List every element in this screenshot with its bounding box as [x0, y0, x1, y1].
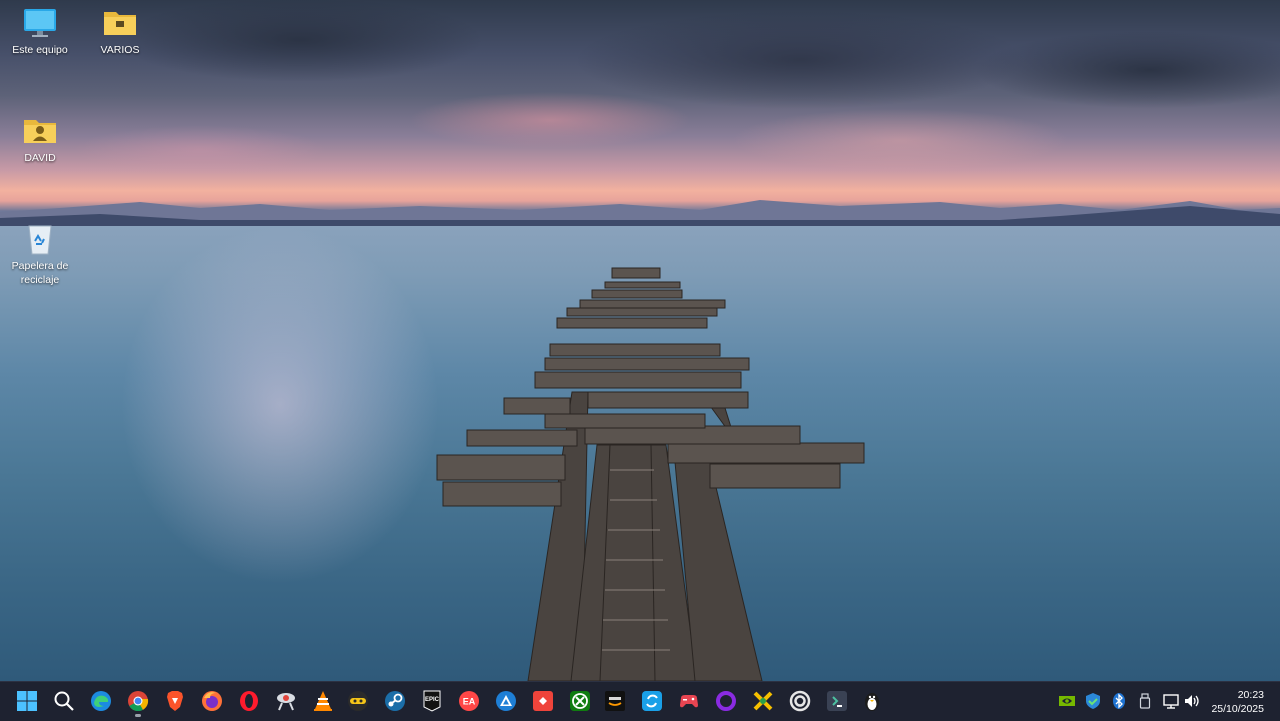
taskbar-app-chrome[interactable]: [126, 689, 150, 713]
taskbar-app-steam[interactable]: [383, 689, 407, 713]
emulator-icon: [753, 691, 773, 711]
desktop-icon-label: Papelera de reciclaje: [11, 260, 69, 286]
controller-icon: [680, 695, 698, 708]
tray-volume[interactable]: [1183, 692, 1201, 710]
xbox-icon: [570, 691, 590, 711]
firefox-icon: [202, 691, 222, 711]
chrome-icon: [128, 691, 149, 712]
anydesk-icon: [533, 691, 553, 711]
search-icon: [54, 691, 74, 711]
steam-icon: [385, 691, 405, 711]
bluetooth-icon: [1113, 693, 1125, 709]
usb-icon: [1139, 693, 1151, 709]
taskbar-app-circle[interactable]: [788, 689, 812, 713]
taskbar-app-epic-games[interactable]: EPIC: [420, 689, 444, 713]
monitor-icon: [22, 6, 58, 40]
svg-text:EPIC: EPIC: [425, 697, 440, 703]
taskbar-app-edge[interactable]: [89, 689, 113, 713]
taskbar-app-qq[interactable]: [860, 689, 884, 713]
active-app-indicator: [135, 714, 141, 717]
clock-time: 20:23: [1237, 689, 1264, 701]
taskbar: EPIC EA 20:23 25/10/2025: [0, 681, 1280, 721]
desktop-icon-this-pc[interactable]: Este equipo: [2, 6, 78, 57]
triangle-icon: [496, 691, 516, 711]
shield-icon: [1086, 693, 1100, 709]
taskbar-app-emulator[interactable]: [751, 689, 775, 713]
code-icon: [827, 691, 847, 711]
taskbar-app-satellite[interactable]: [274, 689, 298, 713]
system-clock[interactable]: 20:23 25/10/2025: [1211, 688, 1264, 716]
taskbar-app-sync[interactable]: [640, 689, 664, 713]
satellite-icon: [277, 693, 295, 711]
ring-icon: [716, 691, 736, 711]
start-button[interactable]: [15, 689, 39, 713]
taskbar-app-controller[interactable]: [677, 689, 701, 713]
taskbar-app-triangle[interactable]: [494, 689, 518, 713]
recycle-bin-icon: [22, 222, 58, 256]
folder-icon: [102, 6, 138, 40]
tray-security[interactable]: [1084, 692, 1102, 710]
taskbar-app-game-launcher[interactable]: [346, 689, 370, 713]
tray-nvidia[interactable]: [1058, 692, 1076, 710]
tray-network[interactable]: [1162, 692, 1180, 710]
desktop-icon-folder-varios[interactable]: VARIOS: [82, 6, 158, 57]
opera-icon: [240, 691, 258, 711]
svg-text:EA: EA: [463, 697, 476, 707]
taskbar-app-ring[interactable]: [714, 689, 738, 713]
taskbar-app-code[interactable]: [825, 689, 849, 713]
desktop-icon-recycle-bin[interactable]: Papelera de reciclaje: [2, 222, 78, 287]
monitor-network-icon: [1163, 694, 1179, 709]
nvidia-icon: [1059, 696, 1075, 706]
tray-bluetooth[interactable]: [1110, 692, 1128, 710]
search-button[interactable]: [52, 689, 76, 713]
desktop-icon-user-folder[interactable]: DAVID: [2, 114, 78, 165]
taskbar-app-anydesk[interactable]: [531, 689, 555, 713]
taskbar-app-amazon-games[interactable]: [603, 689, 627, 713]
wooden-pier: [436, 267, 865, 681]
volume-icon: [1185, 695, 1199, 707]
desktop-icon-label: VARIOS: [100, 44, 140, 56]
taskbar-app-opera[interactable]: [237, 689, 261, 713]
taskbar-app-xbox[interactable]: [568, 689, 592, 713]
edge-icon: [91, 691, 111, 711]
gamepad-icon: [348, 691, 368, 711]
circle-icon: [789, 690, 811, 712]
penguin-icon: [865, 693, 879, 711]
taskbar-app-brave[interactable]: [163, 689, 187, 713]
desktop-icon-label: Este equipo: [12, 44, 68, 56]
ea-icon: EA: [459, 691, 479, 711]
tray-usb[interactable]: [1136, 692, 1154, 710]
sync-icon: [642, 691, 662, 711]
taskbar-app-vlc[interactable]: [311, 689, 335, 713]
windows-logo-icon: [17, 691, 37, 711]
desktop-icon-label: DAVID: [24, 152, 56, 164]
clock-date: 25/10/2025: [1211, 703, 1264, 715]
amazon-games-icon: [605, 691, 625, 711]
desktop-wallpaper: Este equipo VARIOS DAVID Papelera de rec…: [0, 0, 1280, 681]
taskbar-app-ea[interactable]: EA: [457, 689, 481, 713]
vlc-icon: [314, 691, 332, 711]
brave-icon: [167, 691, 183, 711]
user-folder-icon: [22, 114, 58, 148]
taskbar-app-firefox[interactable]: [200, 689, 224, 713]
epic-games-icon: EPIC: [423, 690, 441, 712]
